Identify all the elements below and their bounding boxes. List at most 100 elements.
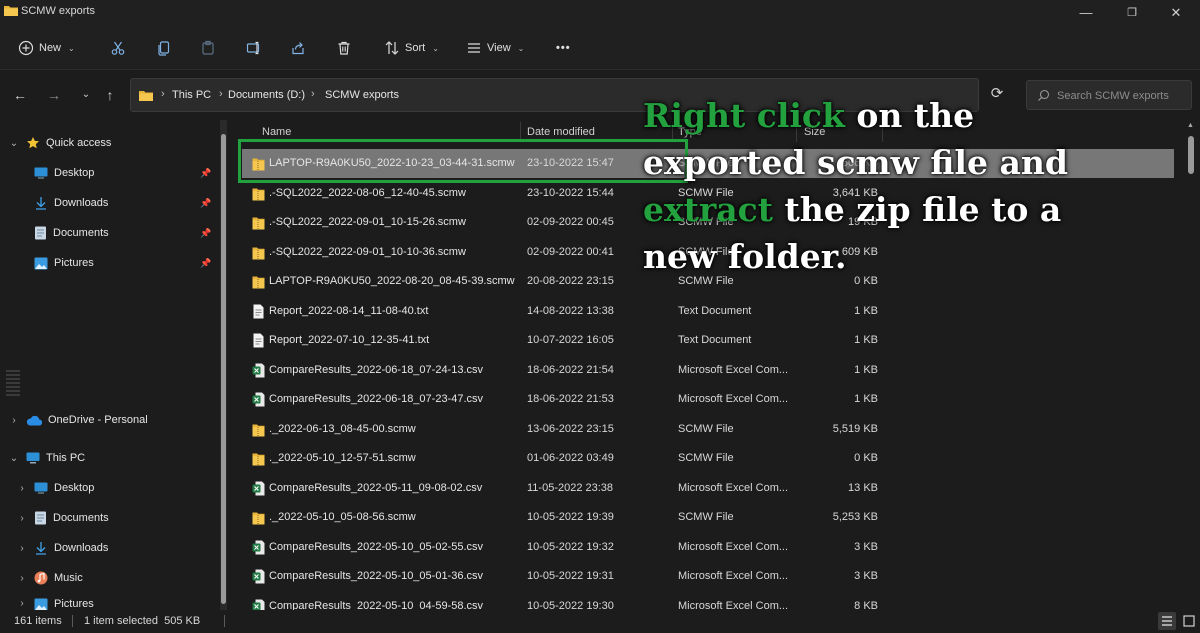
pane-grip [6,368,20,396]
plus-circle-icon [18,40,34,56]
new-button[interactable]: New ⌄ [18,36,75,60]
file-date: 14-08-2022 13:38 [527,304,614,317]
paste-icon [202,40,214,55]
file-date: 02-09-2022 00:45 [527,216,614,228]
folder-icon [4,6,18,16]
pin-icon[interactable]: 📌 [200,258,211,268]
chevron-right-icon: › [20,512,24,524]
file-row[interactable]: CompareResults_2022-06-18_07-23-47.csv 18… [242,385,1174,414]
nav-label: Pictures [54,257,94,269]
rename-button[interactable] [246,36,262,60]
up-button[interactable]: ↑ [100,87,120,103]
file-row[interactable]: CompareResults_2022-05-10_05-01-36.csv 10… [242,562,1174,591]
close-button[interactable]: ✕ [1156,0,1196,26]
nav-onedrive[interactable]: › OneDrive - Personal [8,410,147,430]
file-size: 1 KB [854,304,878,317]
pictures-icon [34,598,48,610]
view-button[interactable]: View ⌄ [466,36,524,60]
nav-label: Desktop [54,482,95,494]
delete-button[interactable] [336,36,352,60]
nav-this-pc[interactable]: ⌄ This PC [8,448,85,468]
scroll-up-icon[interactable]: ▲ [1187,122,1194,129]
recent-locations-button[interactable]: ⌄ [76,87,96,103]
maximize-button[interactable]: ❐ [1112,0,1152,26]
cut-button[interactable] [110,36,126,60]
nav-label: Music [54,572,83,584]
file-row[interactable]: ._2022-05-10_05-08-56.scmw 10-05-2022 19:… [242,503,1174,532]
excel-file-icon [252,569,265,584]
pictures-icon [34,257,48,269]
status-divider [72,615,73,627]
nav-pc-pictures[interactable]: › Pictures [16,598,94,610]
breadcrumb-separator: › [161,88,165,100]
file-row[interactable]: ._2022-05-10_12-57-51.scmw 01-06-2022 03:… [242,444,1174,473]
breadcrumb-scmw-exports[interactable]: SCMW exports [325,89,399,101]
share-icon [292,42,304,55]
file-type: Microsoft Excel Com... [678,363,789,376]
nav-pc-music[interactable]: › Music [16,568,83,588]
file-size: 3 KB [854,570,878,582]
back-button[interactable]: ← [10,87,30,103]
nav-pc-documents[interactable]: › Documents [16,508,109,528]
instruction-line-3: extract the zip file to a [643,186,1093,233]
file-list-scrollbar[interactable]: ▲ [1186,120,1196,610]
nav-quick-pictures[interactable]: Pictures [34,253,94,273]
pin-icon[interactable]: 📌 [200,168,211,178]
nav-label: Desktop [54,167,95,179]
file-name: ._2022-05-10_05-08-56.scmw [269,511,416,523]
file-row[interactable]: CompareResults_2022-05-11_09-08-02.csv 11… [242,474,1174,503]
file-row[interactable]: ._2022-06-13_08-45-00.scmw 13-06-2022 23:… [242,415,1174,444]
forward-button[interactable]: → [44,87,64,103]
pin-icon[interactable]: 📌 [200,198,211,208]
file-row[interactable]: CompareResults_2022-05-10_04-59-58.csv 10… [242,592,1174,611]
scrollbar-thumb[interactable] [1188,136,1194,174]
zip-folder-icon [252,451,265,466]
instruction-overlay: Right click on the exported scmw file an… [643,92,1093,280]
nav-pc-downloads[interactable]: › Downloads [16,538,108,558]
file-row[interactable]: Report_2022-08-14_11-08-40.txt 14-08-2022… [242,297,1174,326]
nav-quick-desktop[interactable]: Desktop [34,163,94,183]
instruction-line-2: exported scmw file and [643,143,1068,182]
file-name: CompareResults_2022-06-18_07-23-47.csv [269,393,484,405]
file-date: 13-06-2022 23:15 [527,422,614,435]
sort-label: Sort [405,42,426,54]
file-type: Text Document [678,304,752,317]
file-name: CompareResults_2022-05-10_05-01-36.csv [269,570,484,582]
file-row[interactable]: CompareResults_2022-06-18_07-24-13.csv 18… [242,356,1174,385]
nav-quick-downloads[interactable]: Downloads [34,193,108,213]
file-name: CompareResults_2022-05-10_04-59-58.csv [269,599,484,611]
nav-pc-desktop[interactable]: › Desktop [16,478,94,498]
file-size: 1 KB [854,393,878,405]
details-view-button[interactable] [1158,612,1176,630]
computer-icon [26,452,40,464]
nav-label: Quick access [46,137,112,149]
file-date: 23-10-2022 15:44 [527,186,614,199]
breadcrumb-this-pc[interactable]: This PC [172,89,211,101]
file-row[interactable]: Report_2022-07-10_12-35-41.txt 10-07-2022… [242,326,1174,355]
file-name: ._2022-05-10_12-57-51.scmw [269,452,416,464]
more-options-button[interactable]: ••• [556,36,571,60]
minimize-button[interactable]: — [1066,0,1106,26]
copy-button[interactable] [156,36,172,60]
chevron-right-icon: › [20,598,24,609]
download-icon [36,197,46,210]
file-row[interactable]: CompareResults_2022-05-10_05-02-55.csv 10… [242,533,1174,562]
nav-scrollbar[interactable] [220,120,227,610]
pin-icon[interactable]: 📌 [200,228,211,238]
share-button[interactable] [290,36,306,60]
desktop-icon [34,167,48,179]
tiles-view-button[interactable] [1180,612,1198,630]
file-type: Text Document [678,334,752,346]
file-date: 18-06-2022 21:54 [527,363,614,376]
file-date: 10-07-2022 16:05 [527,334,614,346]
zip-folder-icon [252,215,265,230]
nav-quick-documents[interactable]: Documents [34,223,109,243]
breadcrumb-documents[interactable]: Documents (D:) [228,89,305,101]
sort-button[interactable]: Sort ⌄ [384,36,439,60]
scrollbar-thumb[interactable] [221,134,226,604]
selection-info: 1 item selected 505 KB [84,615,201,627]
nav-quick-access[interactable]: ⌄ Quick access [8,133,111,153]
excel-file-icon [252,540,265,555]
paste-button[interactable] [200,36,216,60]
file-date: 10-05-2022 19:39 [527,511,614,523]
